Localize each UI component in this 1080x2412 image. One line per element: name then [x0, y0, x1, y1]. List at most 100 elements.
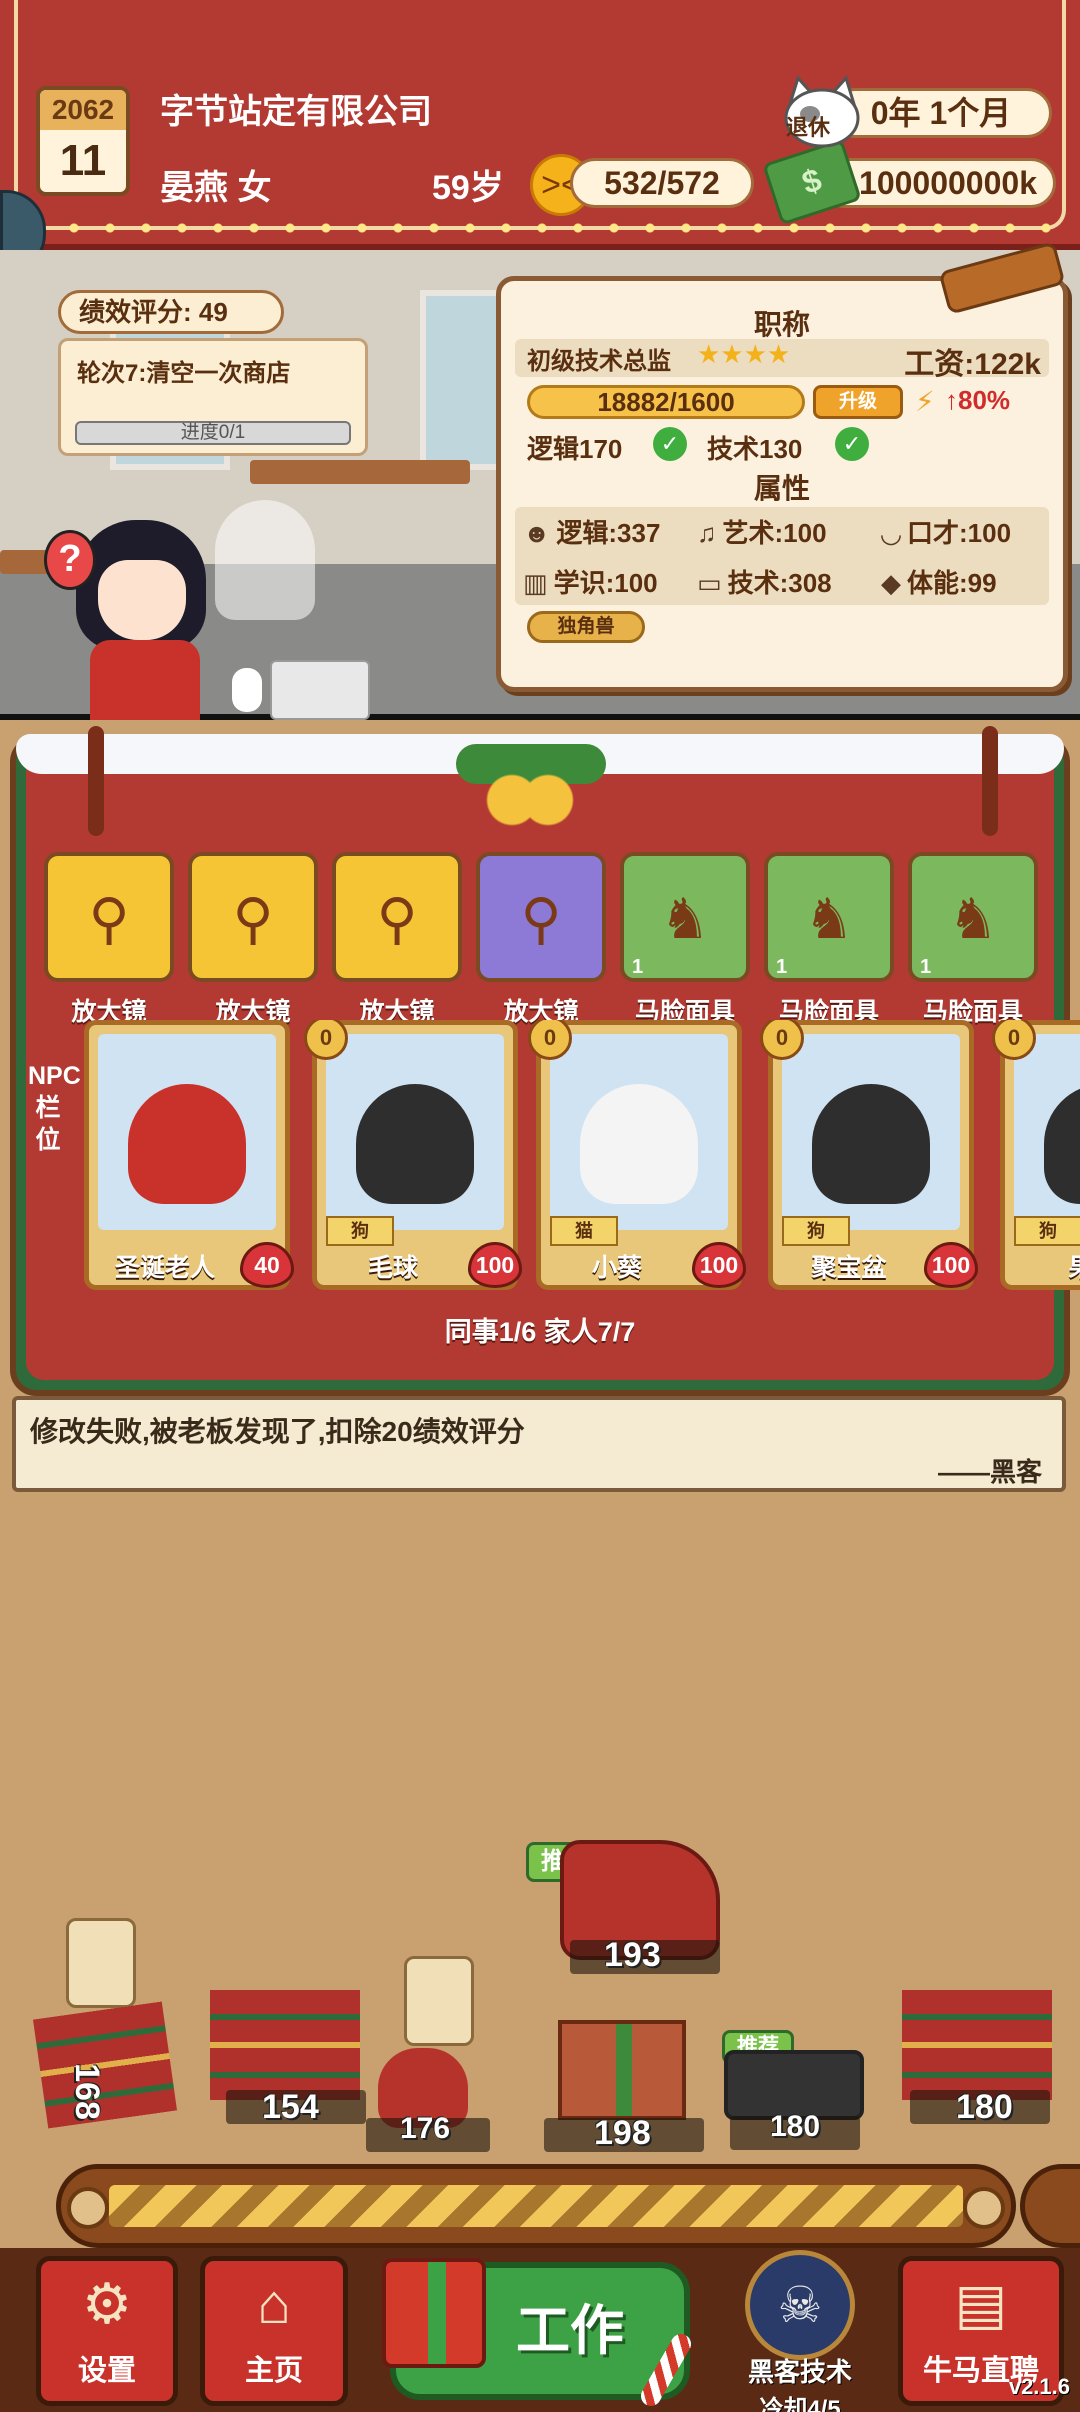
shield-icon: ◆: [881, 568, 901, 598]
snowman-icon: [232, 668, 262, 712]
job-title-heading: 职称: [753, 309, 810, 340]
attr-value: 技术:308: [727, 568, 832, 598]
item-slot[interactable]: ♞ 1 马脸面具: [620, 852, 750, 1026]
item-slot[interactable]: ⚲ 放大镜: [332, 852, 462, 1026]
task-progress: 进度0/1: [75, 421, 351, 445]
board-pole: [982, 726, 998, 836]
horse-mask-icon: ♞: [803, 887, 855, 950]
job-rank: 初级技术总监: [527, 348, 671, 375]
books-item[interactable]: [210, 1990, 360, 2100]
npc-slot-label: NPC栏位: [28, 1062, 81, 1154]
req-logic: 逻辑170: [527, 434, 623, 464]
attr-value: 体能:99: [907, 568, 997, 598]
scroll-icon: [66, 1918, 136, 2008]
console-price: 180: [770, 2110, 821, 2143]
clipboard-icon: ▤: [954, 2272, 1008, 2335]
npc-card[interactable]: 圣诞老人 40: [84, 1020, 294, 1300]
item-slot[interactable]: ⚲ 放大镜: [44, 852, 174, 1026]
item-slot[interactable]: ♞ 1 马脸面具: [908, 852, 1038, 1026]
home-icon: ⌂: [257, 2272, 291, 2335]
player-name: 晏燕 女: [160, 169, 272, 207]
horse-mask-icon: ♞: [659, 887, 711, 950]
event-message: 修改失败,被老板发现了,扣除20绩效评分 ——黑客: [12, 1396, 1066, 1492]
check-icon: ✓: [653, 427, 687, 461]
books-item[interactable]: [902, 1990, 1052, 2100]
exp-bar: 18882/1600: [527, 385, 805, 419]
scroll-icon: [404, 1956, 474, 2046]
upgrade-button[interactable]: 升级: [813, 385, 903, 419]
heart-icon: 40: [240, 1242, 294, 1288]
npc-name: 毛球: [367, 1254, 418, 1282]
gear-icon: ⚙: [81, 2272, 133, 2335]
ghost-character: [215, 500, 315, 620]
npc-figure: [356, 1084, 474, 1204]
item-slot[interactable]: ♞ 1 马脸面具: [764, 852, 894, 1026]
event-source: ——黑客: [937, 1457, 1042, 1487]
calendar-month: 11: [59, 136, 107, 185]
gift-box-item[interactable]: [558, 2020, 686, 2120]
roller: [963, 2187, 1005, 2229]
company-name: 字节站定有限公司: [160, 93, 432, 131]
item-slot[interactable]: ⚲ 放大镜: [476, 852, 606, 1026]
version-label: v2.1.6: [1008, 2374, 1070, 2399]
attr-item: ♫ 艺术:100: [697, 513, 827, 550]
home-label: 主页: [244, 2355, 303, 2387]
job-panel: 职称 初级技术总监 ★★★★ 工资:122k 18882/1600 升级 ⚡ ↑…: [496, 276, 1068, 692]
monitor-icon: ▭: [697, 568, 722, 598]
npc-figure: [128, 1084, 246, 1204]
bell-icon: [470, 740, 590, 840]
npc-card[interactable]: 0 狗聚宝盆 100: [760, 1020, 978, 1300]
attr-value: 口才:100: [907, 518, 1012, 548]
string-lights: [20, 222, 1060, 234]
task-card[interactable]: 轮次7:清空一次商店 进度0/1: [58, 338, 368, 456]
skull-icon: ☠: [745, 2250, 855, 2360]
npc-card[interactable]: 0 狗毛球 100: [304, 1020, 522, 1300]
req-tech: 技术130: [707, 434, 803, 464]
horse-mask-icon: ♞: [947, 887, 999, 950]
attr-heading: 属性: [753, 473, 810, 504]
gift-icon: [382, 2258, 486, 2368]
company-tag: 独角兽: [527, 611, 645, 643]
npc-portrait: [98, 1034, 276, 1230]
mouth-icon: ◡: [881, 518, 901, 548]
npc-name: 小葵: [591, 1254, 642, 1282]
gift-price: 198: [594, 2114, 651, 2152]
mood-value: 532/572: [570, 158, 754, 208]
sleigh-price: 193: [604, 1936, 661, 1974]
npc-portrait: [326, 1034, 504, 1230]
npc-name: 聚宝盆: [811, 1254, 887, 1282]
settings-button[interactable]: ⚙ 设置: [36, 2256, 178, 2406]
attr-item: ▥ 学识:100: [523, 563, 658, 600]
attr-item: ▭ 技术:308: [697, 563, 832, 600]
bolt-icon: ⚡: [915, 386, 935, 417]
npc-card[interactable]: 0 猫小葵 100: [528, 1020, 746, 1300]
home-button[interactable]: ⌂ 主页: [200, 2256, 348, 2406]
item-slot[interactable]: ⚲ 放大镜: [188, 852, 318, 1026]
item-row: ⚲ 放大镜 ⚲ 放大镜 ⚲ 放大镜 ⚲ 放大镜 ♞ 1 马脸面具 ♞ 1 马脸面具 ♞ 1 马脸面具: [44, 852, 1044, 1026]
npc-species: 狗: [1014, 1216, 1080, 1246]
hacker-cooldown: 冷却4/5: [759, 2396, 841, 2412]
player-age: 59岁: [432, 169, 504, 207]
player-avatar-face: [98, 560, 186, 640]
npc-species: 狗: [782, 1216, 850, 1246]
event-text: 修改失败,被老板发现了,扣除20绩效评分: [30, 1416, 525, 1447]
books3-price: 180: [956, 2088, 1013, 2126]
music-icon: ♫: [697, 518, 717, 548]
roster-count: 同事1/6 家人7/7: [444, 1317, 636, 1347]
hacker-skill-button[interactable]: ☠ 黑客技术 冷却4/5: [738, 2250, 862, 2412]
attr-item: ◆ 体能:99: [881, 563, 997, 600]
question-bubble-icon[interactable]: ?: [44, 530, 96, 590]
npc-figure: [812, 1084, 930, 1204]
conveyor-belt-edge: [1020, 2164, 1080, 2248]
brain-icon: ☻: [523, 518, 551, 548]
heart-icon: 100: [692, 1242, 746, 1288]
bag-price: 176: [400, 2112, 451, 2145]
retire-label: 退休: [786, 115, 831, 140]
heart-icon: 100: [924, 1242, 978, 1288]
heart-icon: 100: [468, 1242, 522, 1288]
calendar: 2062 11: [36, 86, 130, 196]
item-count: 1: [632, 956, 644, 978]
npc-figure: [580, 1084, 698, 1204]
npc-card[interactable]: 0狗果: [992, 1020, 1080, 1300]
hacker-label: 黑客技术: [747, 2357, 852, 2387]
